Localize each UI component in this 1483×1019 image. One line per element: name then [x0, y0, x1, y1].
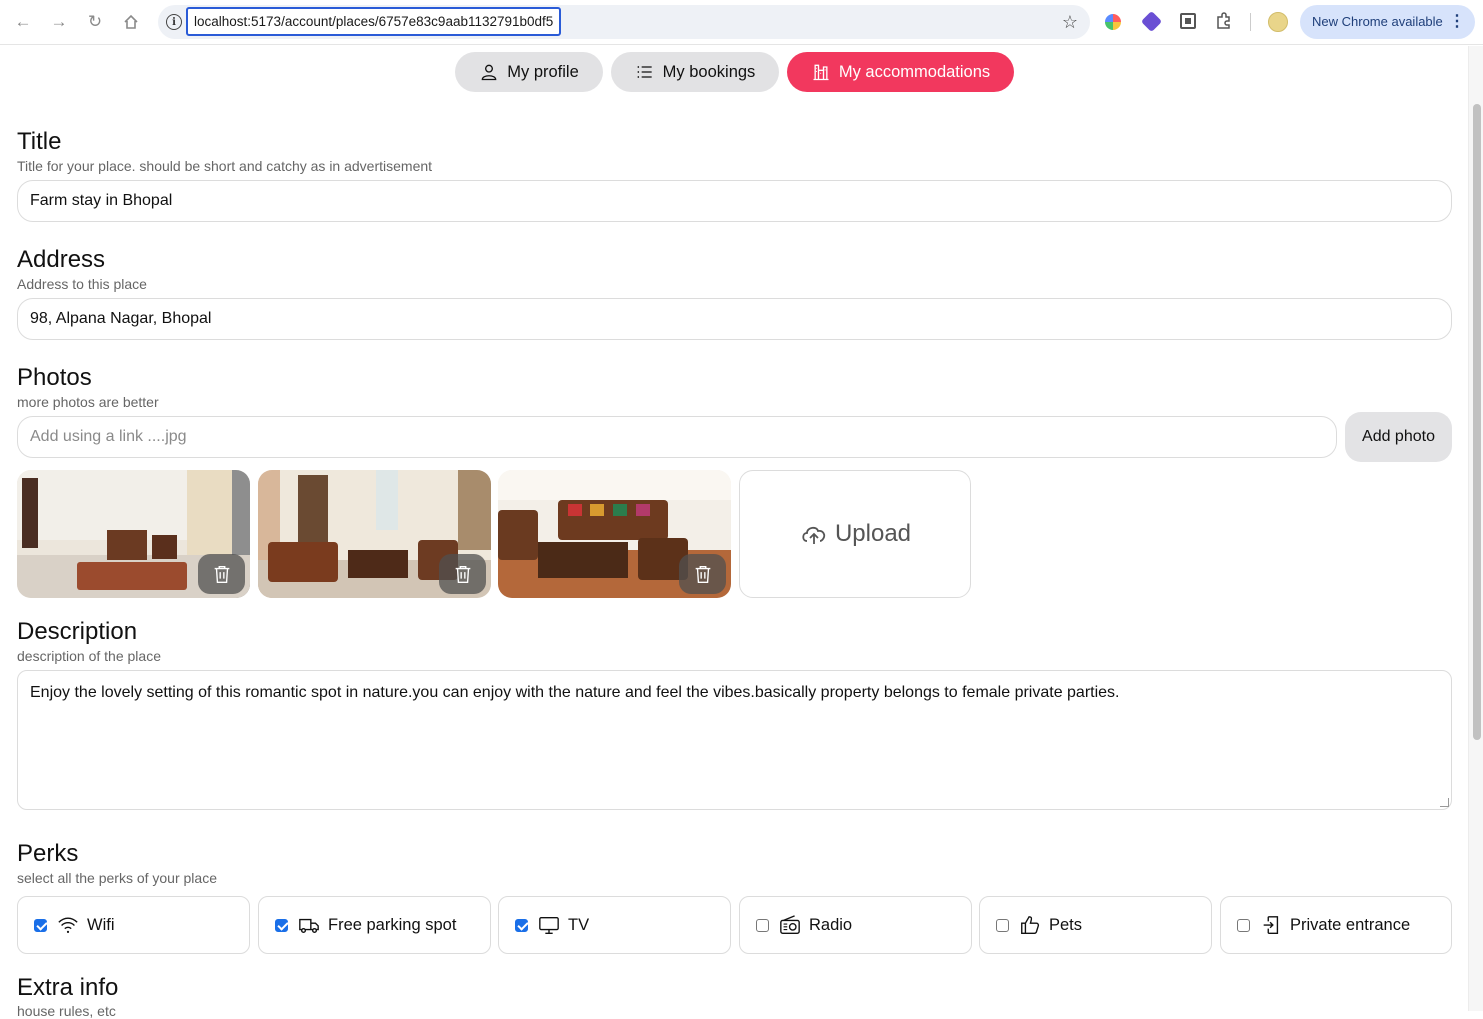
reload-icon[interactable]: ↻: [83, 10, 107, 34]
add-photo-button[interactable]: Add photo: [1345, 412, 1452, 462]
entrance-icon: [1263, 916, 1279, 934]
parking-checkbox[interactable]: [275, 918, 288, 932]
tab-my-profile[interactable]: My profile: [455, 52, 603, 92]
bookmark-star-icon[interactable]: ☆: [1062, 12, 1078, 33]
resize-handle[interactable]: [1440, 798, 1449, 807]
cloud-upload-icon: [802, 526, 826, 544]
entrance-checkbox[interactable]: [1237, 918, 1250, 932]
title-heading: Title: [17, 128, 62, 155]
perks-heading: Perks: [17, 840, 79, 867]
description-heading: Description: [17, 618, 138, 645]
perk-radio[interactable]: Radio: [739, 896, 972, 954]
photo-link-input[interactable]: Add using a link ....jpg: [17, 416, 1337, 458]
gem-extension-icon[interactable]: [1140, 10, 1163, 33]
perk-private-entrance[interactable]: Private entrance: [1220, 896, 1452, 954]
photos-heading: Photos: [17, 364, 92, 391]
photo-thumbnail: [498, 470, 731, 598]
address-bar[interactable]: i localhost:5173/account/places/6757e83c…: [158, 5, 1090, 39]
url-field[interactable]: localhost:5173/account/places/6757e83c9a…: [186, 7, 562, 36]
profile-avatar[interactable]: [1268, 12, 1288, 32]
radio-icon: [780, 915, 800, 934]
tv-icon: [539, 916, 559, 934]
perk-label: Wifi: [87, 915, 115, 934]
photos-subtitle: more photos are better: [17, 394, 159, 410]
trash-icon: [214, 565, 229, 583]
extensions-puzzle-icon[interactable]: [1215, 12, 1235, 32]
description-textarea[interactable]: Enjoy the lovely setting of this romanti…: [17, 670, 1452, 810]
account-nav: My profile My bookings My accommodations: [0, 52, 1468, 92]
photos-extension-icon[interactable]: [1105, 14, 1121, 30]
pets-checkbox[interactable]: [996, 918, 1009, 932]
perk-pets[interactable]: Pets: [979, 896, 1212, 954]
kebab-menu-icon[interactable]: ⋮: [1449, 5, 1465, 39]
home-icon[interactable]: [119, 10, 143, 34]
perk-label: TV: [568, 915, 590, 934]
photo-link-placeholder: Add using a link ....jpg: [30, 428, 187, 445]
tab-label: My accommodations: [838, 62, 991, 81]
back-icon[interactable]: ←: [11, 10, 35, 34]
perks-subtitle: select all the perks of your place: [17, 870, 217, 886]
delete-photo-button[interactable]: [439, 554, 486, 594]
wifi-icon: [58, 917, 78, 933]
scrollbar-thumb[interactable]: [1473, 104, 1481, 740]
extra-info-heading: Extra info: [17, 974, 119, 1001]
wifi-checkbox[interactable]: [34, 918, 47, 932]
list-icon: [637, 66, 652, 78]
address-heading: Address: [17, 246, 106, 273]
page-scrollbar[interactable]: [1468, 46, 1483, 1011]
tab-my-bookings[interactable]: My bookings: [611, 52, 779, 92]
perk-wifi[interactable]: Wifi: [17, 896, 250, 954]
description-text: Enjoy the lovely setting of this romanti…: [30, 684, 1120, 701]
perk-label: Pets: [1049, 915, 1083, 934]
upload-button[interactable]: Upload: [739, 470, 971, 598]
radio-checkbox[interactable]: [756, 918, 769, 932]
trash-icon: [455, 565, 470, 583]
upload-label: Upload: [834, 520, 912, 547]
perk-label: Free parking spot: [328, 915, 457, 934]
update-label: New Chrome available: [1312, 14, 1443, 29]
delete-photo-button[interactable]: [198, 554, 245, 594]
toolbar-divider: [1250, 13, 1251, 31]
perk-free-parking[interactable]: Free parking spot: [258, 896, 491, 954]
truck-icon: [299, 918, 319, 934]
trash-icon: [695, 565, 710, 583]
tab-label: My bookings: [662, 62, 756, 81]
forward-icon[interactable]: →: [47, 10, 71, 34]
extra-info-subtitle: house rules, etc: [17, 1003, 116, 1019]
tv-checkbox[interactable]: [515, 918, 528, 932]
building-icon: [813, 64, 829, 81]
chrome-update-button[interactable]: New Chrome available ⋮: [1300, 5, 1475, 39]
tab-label: My profile: [507, 62, 579, 81]
sidebar-extension-icon[interactable]: [1180, 13, 1196, 29]
title-input[interactable]: Farm stay in Bhopal: [17, 180, 1452, 222]
address-input[interactable]: 98, Alpana Nagar, Bhopal: [17, 298, 1452, 340]
title-subtitle: Title for your place. should be short an…: [17, 158, 433, 174]
perk-label: Radio: [809, 915, 853, 934]
address-subtitle: Address to this place: [17, 276, 147, 292]
site-info-icon[interactable]: i: [166, 14, 182, 30]
thumb-up-icon: [1021, 916, 1040, 934]
delete-photo-button[interactable]: [679, 554, 726, 594]
perk-tv[interactable]: TV: [498, 896, 731, 954]
photo-thumbnail: [17, 470, 250, 598]
description-subtitle: description of the place: [17, 648, 161, 664]
tab-my-accommodations[interactable]: My accommodations: [787, 52, 1014, 92]
photo-thumbnail: [258, 470, 491, 598]
perk-label: Private entrance: [1290, 915, 1411, 934]
user-icon: [481, 64, 497, 81]
browser-toolbar: ← → ↻ i localhost:5173/account/places/67…: [0, 0, 1483, 45]
